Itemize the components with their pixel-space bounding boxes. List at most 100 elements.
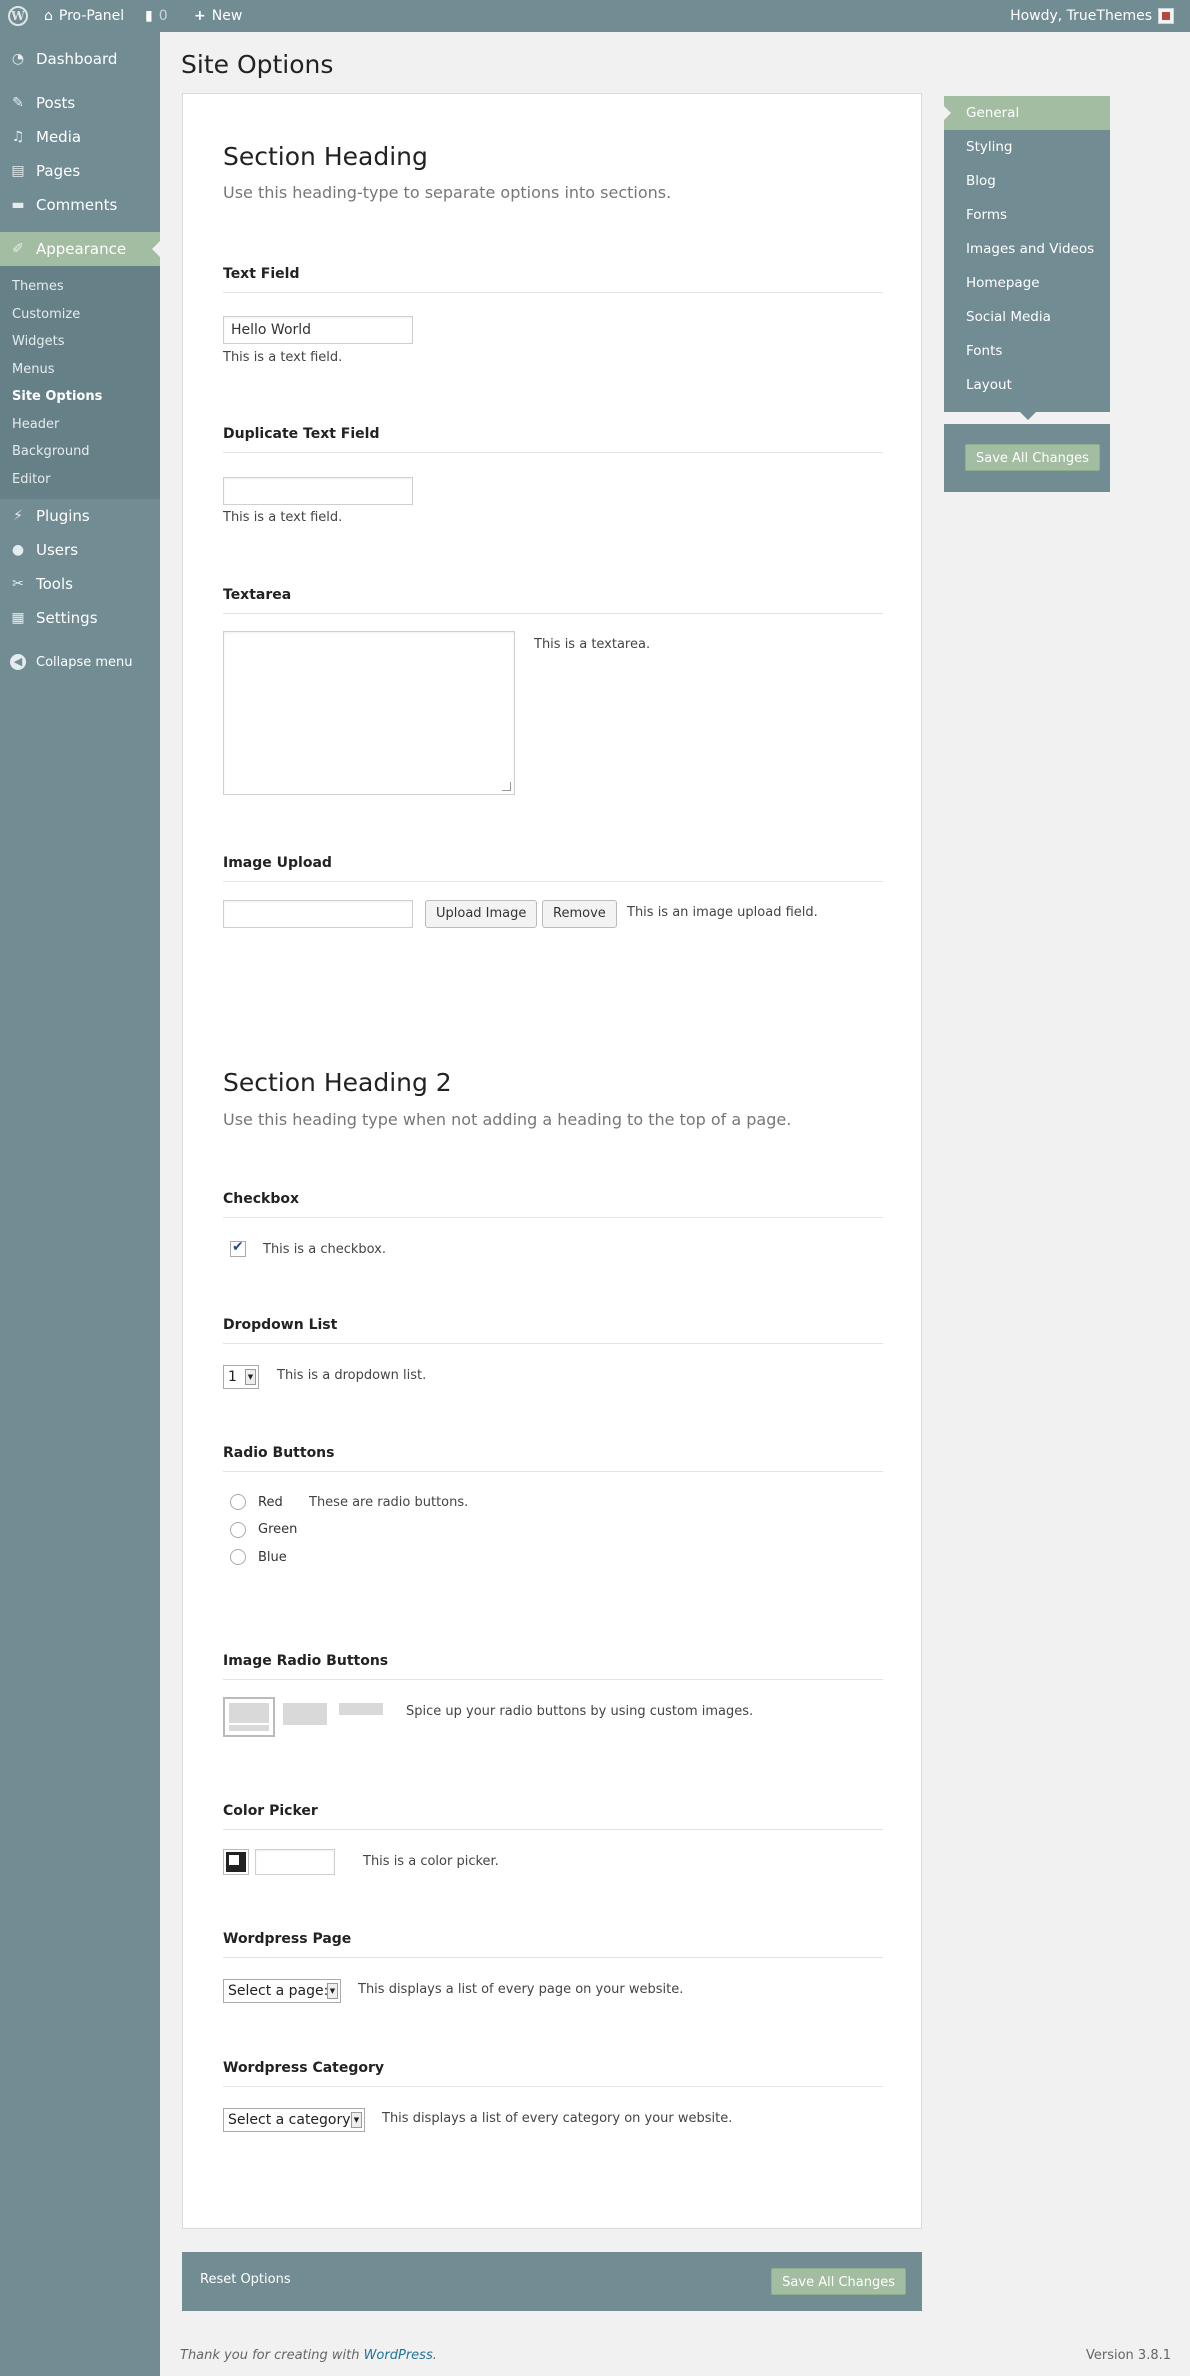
settings-icon: ▦ xyxy=(11,610,25,626)
howdy-text: Howdy, TrueThemes xyxy=(1010,8,1152,24)
sidebar-item-plugins[interactable]: ⚡ Plugins xyxy=(0,499,160,533)
submenu-item-site-options[interactable]: Site Options xyxy=(0,383,160,411)
upload-image-button[interactable]: Upload Image xyxy=(425,900,538,928)
comments-link[interactable]: ▮ 0 xyxy=(145,0,168,32)
site-name-link[interactable]: ⌂ Pro-Panel xyxy=(44,0,124,32)
sidebar-item-label: Settings xyxy=(36,609,98,627)
wordpress-page-select[interactable]: Select a page: ▼ xyxy=(223,1979,341,2003)
footer-thanks: Thank you for creating with WordPress. xyxy=(180,2348,437,2363)
sidebar-item-settings[interactable]: ▦ Settings xyxy=(0,601,160,635)
nav-item-styling[interactable]: Styling xyxy=(944,130,1110,164)
image-upload-input[interactable] xyxy=(223,900,413,928)
sidebar-item-pages[interactable]: ▤ Pages xyxy=(0,154,160,188)
chevron-down-icon: ▼ xyxy=(351,2112,362,2128)
wordpress-link[interactable]: WordPress xyxy=(364,2348,433,2363)
save-all-changes-button[interactable]: Save All Changes xyxy=(965,444,1100,471)
submenu-item-themes[interactable]: Themes xyxy=(0,273,160,301)
radio-buttons-help: These are radio buttons. xyxy=(309,1495,469,1510)
submenu-item-customize[interactable]: Customize xyxy=(0,301,160,329)
reset-options-button[interactable]: Reset Options xyxy=(200,2272,291,2287)
color-picker-input[interactable] xyxy=(255,1849,335,1875)
wordpress-category-select[interactable]: Select a category: ▼ xyxy=(223,2108,365,2132)
nav-item-homepage[interactable]: Homepage xyxy=(944,266,1110,300)
appearance-submenu: Themes Customize Widgets Menus Site Opti… xyxy=(0,266,160,499)
bottom-action-bar: Reset Options Save All Changes xyxy=(182,2252,922,2311)
nav-item-blog[interactable]: Blog xyxy=(944,164,1110,198)
nav-item-fonts[interactable]: Fonts xyxy=(944,334,1110,368)
checkbox-help: This is a checkbox. xyxy=(263,1242,387,1257)
new-content-link[interactable]: + New xyxy=(194,0,242,32)
section-description-2: Use this heading type when not adding a … xyxy=(223,1110,792,1129)
nav-item-images-and-videos[interactable]: Images and Videos xyxy=(944,232,1110,266)
duplicate-text-field-input[interactable] xyxy=(223,477,413,505)
sidebar-item-tools[interactable]: ✂ Tools xyxy=(0,567,160,601)
radio-blue[interactable] xyxy=(230,1549,246,1565)
user-icon: ● xyxy=(11,542,25,558)
chevron-down-icon: ▼ xyxy=(245,1369,256,1385)
collapse-menu-button[interactable]: ◀ Collapse menu xyxy=(0,645,160,679)
checkbox-input[interactable] xyxy=(230,1239,246,1257)
save-all-changes-button-bottom[interactable]: Save All Changes xyxy=(771,2268,906,2295)
textarea-input[interactable] xyxy=(223,631,515,795)
textarea-help: This is a textarea. xyxy=(534,637,651,652)
admin-sidebar: ◔ Dashboard ✎ Posts ♫ Media ▤ Pages ▬ Co… xyxy=(0,32,160,2376)
submenu-item-header[interactable]: Header xyxy=(0,411,160,439)
duplicate-text-field-label: Duplicate Text Field xyxy=(223,426,883,453)
collapse-arrow-icon: ◀ xyxy=(10,654,26,670)
image-radio-option-3[interactable] xyxy=(339,1703,383,1715)
radio-buttons-label: Radio Buttons xyxy=(223,1445,883,1472)
sidebar-item-comments[interactable]: ▬ Comments xyxy=(0,188,160,222)
section-heading: Section Heading xyxy=(223,142,428,171)
text-field-label: Text Field xyxy=(223,266,883,293)
remove-image-button[interactable]: Remove xyxy=(542,900,617,928)
nav-item-forms[interactable]: Forms xyxy=(944,198,1110,232)
color-swatch[interactable] xyxy=(223,1849,249,1875)
comment-icon: ▬ xyxy=(11,197,25,213)
dashboard-icon: ◔ xyxy=(11,51,25,67)
color-picker-label: Color Picker xyxy=(223,1803,883,1830)
submenu-item-widgets[interactable]: Widgets xyxy=(0,328,160,356)
image-radio-buttons-label: Image Radio Buttons xyxy=(223,1653,883,1680)
sidebar-item-users[interactable]: ● Users xyxy=(0,533,160,567)
radio-red[interactable] xyxy=(230,1494,246,1510)
nav-item-general[interactable]: General xyxy=(944,96,1110,130)
sidebar-item-posts[interactable]: ✎ Posts xyxy=(0,86,160,120)
wordpress-logo-icon[interactable]: W xyxy=(8,0,28,32)
plus-icon: + xyxy=(194,8,206,24)
save-box: Save All Changes xyxy=(944,424,1110,492)
sidebar-item-label: Comments xyxy=(36,196,118,214)
image-radio-option-2[interactable] xyxy=(283,1703,327,1725)
submenu-item-background[interactable]: Background xyxy=(0,438,160,466)
dropdown-value: 1 xyxy=(228,1369,237,1385)
sidebar-item-appearance[interactable]: ✐ Appearance xyxy=(0,232,160,266)
dropdown-help: This is a dropdown list. xyxy=(277,1368,427,1383)
submenu-item-menus[interactable]: Menus xyxy=(0,356,160,384)
footer-thanks-prefix: Thank you for creating with xyxy=(180,2348,364,2363)
sidebar-item-label: Users xyxy=(36,541,79,559)
nav-item-layout[interactable]: Layout xyxy=(944,368,1110,402)
checkbox-label: Checkbox xyxy=(223,1191,883,1218)
image-radio-option-1[interactable] xyxy=(223,1697,275,1737)
dropdown-select[interactable]: 1 ▼ xyxy=(223,1365,259,1389)
site-name: Pro-Panel xyxy=(58,8,125,24)
radio-green[interactable] xyxy=(230,1522,246,1538)
user-account-menu[interactable]: Howdy, TrueThemes xyxy=(1010,0,1174,32)
page-title: Site Options xyxy=(181,50,334,79)
comments-count: 0 xyxy=(158,8,168,24)
options-nav: General Styling Blog Forms Images and Vi… xyxy=(944,96,1110,420)
wrench-icon: ✂ xyxy=(12,576,24,592)
sidebar-item-label: Posts xyxy=(36,94,76,112)
sidebar-item-dashboard[interactable]: ◔ Dashboard xyxy=(0,42,160,76)
pages-icon: ▤ xyxy=(11,163,25,179)
sidebar-item-label: Tools xyxy=(36,575,73,593)
sidebar-item-label: Dashboard xyxy=(36,50,118,68)
brush-icon: ✐ xyxy=(12,241,24,257)
text-field-help: This is a text field. xyxy=(223,350,343,365)
submenu-item-editor[interactable]: Editor xyxy=(0,466,160,494)
nav-item-social-media[interactable]: Social Media xyxy=(944,300,1110,334)
sidebar-item-media[interactable]: ♫ Media xyxy=(0,120,160,154)
chevron-down-icon: ▼ xyxy=(327,1983,338,1999)
duplicate-text-field-help: This is a text field. xyxy=(223,510,343,525)
pin-icon: ✎ xyxy=(12,95,24,111)
text-field-input[interactable]: Hello World xyxy=(223,316,413,344)
